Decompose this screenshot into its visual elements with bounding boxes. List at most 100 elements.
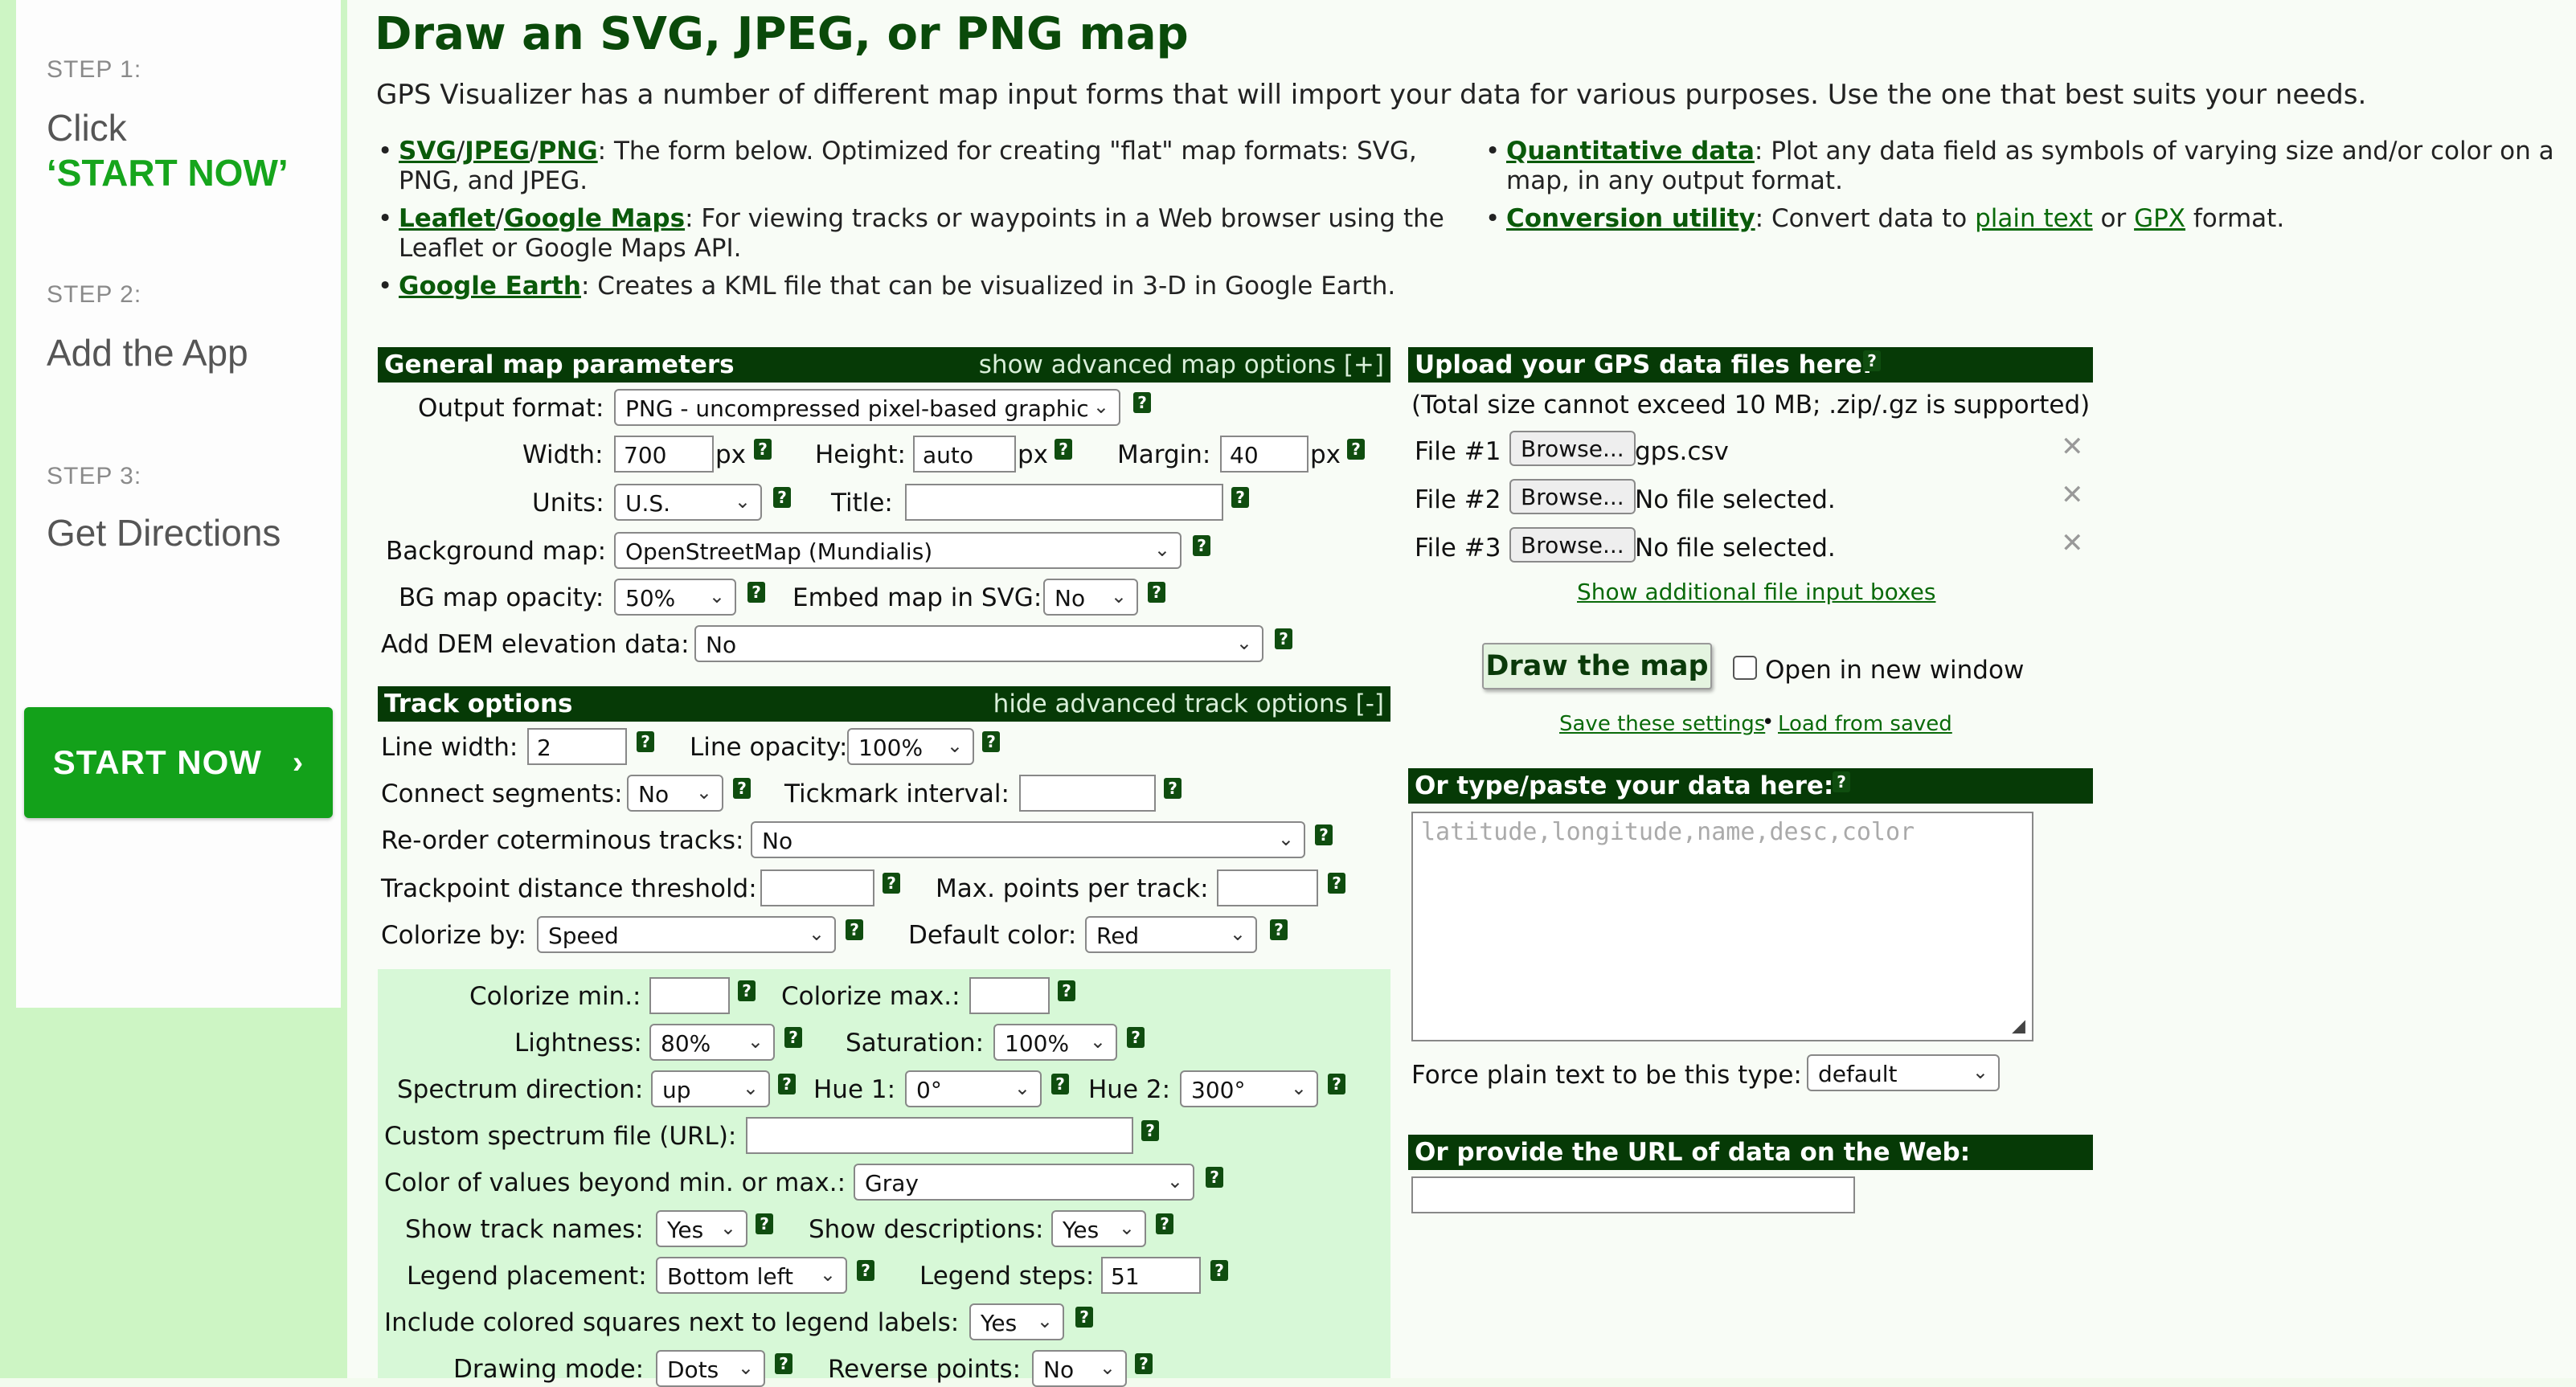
colorize-by-select[interactable]: Speed ⌄ bbox=[537, 916, 836, 953]
help-icon[interactable]: ? bbox=[1210, 1260, 1228, 1281]
draw-map-button[interactable]: Draw the map bbox=[1482, 643, 1712, 689]
paste-data-textarea[interactable]: latitude,longitude,name,desc,color ◢ bbox=[1411, 812, 2033, 1041]
reverse-points-select[interactable]: No ⌄ bbox=[1032, 1350, 1127, 1387]
help-icon[interactable]: ? bbox=[1863, 350, 1881, 371]
beyond-color-select[interactable]: Gray ⌄ bbox=[854, 1164, 1194, 1201]
help-icon[interactable]: ? bbox=[1051, 1074, 1069, 1094]
load-saved-link[interactable]: Load from saved bbox=[1778, 712, 1952, 736]
file1-browse-button[interactable]: Browse... bbox=[1509, 431, 1636, 466]
reorder-select[interactable]: No ⌄ bbox=[751, 821, 1305, 858]
legend-steps-input[interactable]: 51 bbox=[1101, 1257, 1201, 1294]
track-names-select[interactable]: Yes ⌄ bbox=[656, 1210, 747, 1247]
help-icon[interactable]: ? bbox=[1058, 980, 1075, 1001]
close-icon[interactable]: ✕ bbox=[2061, 431, 2084, 463]
help-icon[interactable]: ? bbox=[1135, 1353, 1153, 1374]
save-settings-link[interactable]: Save these settings bbox=[1559, 712, 1765, 736]
quantitative-data-link[interactable]: Quantitative data bbox=[1506, 137, 1755, 166]
file2-browse-button[interactable]: Browse... bbox=[1509, 479, 1636, 514]
line-opacity-select[interactable]: 100% ⌄ bbox=[847, 728, 974, 765]
help-icon[interactable]: ? bbox=[1206, 1167, 1223, 1188]
help-icon[interactable]: ? bbox=[1156, 1213, 1173, 1234]
new-window-checkbox[interactable] bbox=[1733, 656, 1757, 680]
help-icon[interactable]: ? bbox=[738, 980, 756, 1001]
help-icon[interactable]: ? bbox=[733, 778, 751, 799]
spectrum-select[interactable]: up ⌄ bbox=[651, 1070, 770, 1107]
width-input[interactable]: 700 bbox=[614, 436, 714, 473]
help-icon[interactable]: ? bbox=[1315, 824, 1333, 845]
gpx-link[interactable]: GPX bbox=[2134, 204, 2185, 233]
help-icon[interactable]: ? bbox=[1075, 1307, 1093, 1328]
help-icon[interactable]: ? bbox=[857, 1260, 874, 1281]
saturation-select[interactable]: 100% ⌄ bbox=[993, 1024, 1117, 1061]
data-url-input[interactable] bbox=[1411, 1176, 1855, 1213]
leaflet-link[interactable]: Leaflet bbox=[399, 204, 496, 233]
help-icon[interactable]: ? bbox=[1141, 1120, 1159, 1141]
help-icon[interactable]: ? bbox=[637, 731, 654, 752]
embed-map-select[interactable]: No ⌄ bbox=[1043, 579, 1138, 616]
default-color-select[interactable]: Red ⌄ bbox=[1085, 916, 1257, 953]
help-icon[interactable]: ? bbox=[773, 487, 791, 508]
bg-opacity-select[interactable]: 50% ⌄ bbox=[614, 579, 736, 616]
hue2-select[interactable]: 300° ⌄ bbox=[1180, 1070, 1318, 1107]
help-icon[interactable]: ? bbox=[883, 873, 900, 894]
help-icon[interactable]: ? bbox=[982, 731, 1000, 752]
units-select[interactable]: U.S. ⌄ bbox=[614, 484, 762, 521]
help-icon[interactable]: ? bbox=[1193, 535, 1210, 556]
start-now-button[interactable]: START NOW › bbox=[24, 707, 333, 818]
help-icon[interactable]: ? bbox=[1328, 873, 1345, 894]
drawing-mode-select[interactable]: Dots ⌄ bbox=[656, 1350, 765, 1387]
google-earth-link[interactable]: Google Earth bbox=[399, 272, 581, 301]
plain-text-link[interactable]: plain text bbox=[1975, 204, 2093, 233]
help-icon[interactable]: ? bbox=[784, 1027, 802, 1048]
close-icon[interactable]: ✕ bbox=[2061, 479, 2084, 511]
tickmark-input[interactable] bbox=[1019, 775, 1156, 812]
show-advanced-map-options[interactable]: show advanced map options [+] bbox=[979, 350, 1384, 379]
google-maps-link[interactable]: Google Maps bbox=[504, 204, 685, 233]
help-icon[interactable]: ? bbox=[1833, 771, 1850, 792]
help-icon[interactable]: ? bbox=[1164, 778, 1182, 799]
help-icon[interactable]: ? bbox=[754, 439, 772, 460]
line-width-input[interactable]: 2 bbox=[527, 728, 627, 765]
help-icon[interactable]: ? bbox=[1231, 487, 1249, 508]
resize-handle-icon[interactable]: ◢ bbox=[2012, 1012, 2025, 1038]
help-icon[interactable]: ? bbox=[846, 919, 863, 940]
svg-link[interactable]: SVG bbox=[399, 137, 457, 166]
hue1-select[interactable]: 0° ⌄ bbox=[905, 1070, 1042, 1107]
colorize-min-input[interactable] bbox=[649, 977, 730, 1014]
help-icon[interactable]: ? bbox=[775, 1353, 792, 1374]
hide-advanced-track-options[interactable]: hide advanced track options [-] bbox=[993, 689, 1384, 718]
colored-squares-select[interactable]: Yes ⌄ bbox=[969, 1303, 1064, 1340]
png-link[interactable]: PNG bbox=[539, 137, 598, 166]
output-format-select[interactable]: PNG - uncompressed pixel-based graphic ⌄ bbox=[614, 389, 1120, 426]
title-input[interactable] bbox=[905, 484, 1223, 521]
help-icon[interactable]: ? bbox=[1328, 1074, 1345, 1094]
custom-spectrum-input[interactable] bbox=[746, 1117, 1133, 1154]
help-icon[interactable]: ? bbox=[1127, 1027, 1145, 1048]
force-type-select[interactable]: default ⌄ bbox=[1807, 1054, 2000, 1091]
file3-browse-button[interactable]: Browse... bbox=[1509, 527, 1636, 563]
legend-placement-select[interactable]: Bottom left ⌄ bbox=[656, 1257, 847, 1294]
show-more-files-link[interactable]: Show additional file input boxes bbox=[1577, 579, 1935, 605]
help-icon[interactable]: ? bbox=[756, 1213, 773, 1234]
height-input[interactable]: auto bbox=[913, 436, 1016, 473]
conversion-utility-link[interactable]: Conversion utility bbox=[1506, 204, 1755, 233]
help-icon[interactable]: ? bbox=[1055, 439, 1072, 460]
colorize-max-input[interactable] bbox=[969, 977, 1050, 1014]
help-icon[interactable]: ? bbox=[1148, 582, 1165, 603]
help-icon[interactable]: ? bbox=[1347, 439, 1365, 460]
help-icon[interactable]: ? bbox=[1133, 392, 1151, 413]
descriptions-select[interactable]: Yes ⌄ bbox=[1051, 1210, 1146, 1247]
dem-select[interactable]: No ⌄ bbox=[694, 625, 1263, 662]
close-icon[interactable]: ✕ bbox=[2061, 527, 2084, 559]
help-icon[interactable]: ? bbox=[747, 582, 765, 603]
help-icon[interactable]: ? bbox=[778, 1074, 796, 1094]
help-icon[interactable]: ? bbox=[1270, 919, 1288, 940]
lightness-select[interactable]: 80% ⌄ bbox=[649, 1024, 775, 1061]
max-points-input[interactable] bbox=[1217, 869, 1318, 906]
background-map-select[interactable]: OpenStreetMap (Mundialis) ⌄ bbox=[614, 532, 1182, 569]
help-icon[interactable]: ? bbox=[1275, 628, 1292, 649]
connect-segments-select[interactable]: No ⌄ bbox=[627, 775, 723, 812]
jpeg-link[interactable]: JPEG bbox=[465, 137, 530, 166]
margin-input[interactable]: 40 bbox=[1220, 436, 1308, 473]
threshold-input[interactable] bbox=[760, 869, 874, 906]
